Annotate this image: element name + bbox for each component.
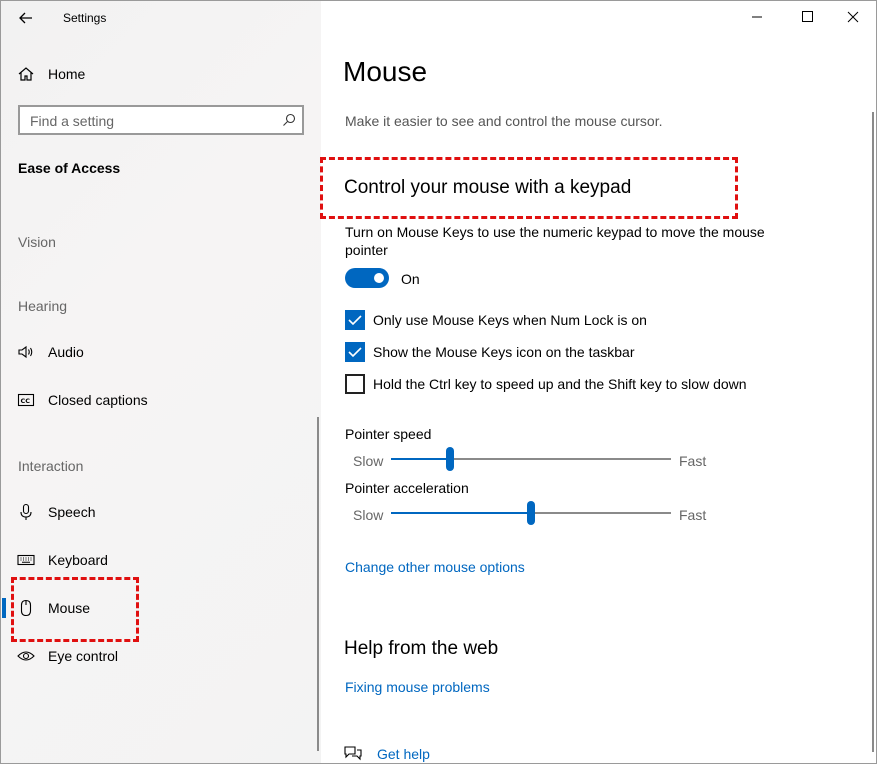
page-title: Mouse bbox=[343, 56, 428, 87]
checkmark-icon bbox=[348, 347, 362, 358]
sidebar-item-label: Home bbox=[48, 66, 86, 82]
slider-max-label: Fast bbox=[679, 507, 707, 523]
mouse-keys-toggle[interactable] bbox=[345, 268, 389, 288]
speaker-icon bbox=[18, 345, 33, 359]
mouse-icon bbox=[20, 599, 32, 617]
close-button[interactable] bbox=[830, 0, 876, 34]
sidebar-item-keyboard[interactable]: Keyboard bbox=[1, 544, 311, 578]
search-placeholder: Find a setting bbox=[30, 113, 115, 129]
sidebar-item-label: Keyboard bbox=[48, 552, 108, 568]
microphone-icon bbox=[20, 503, 32, 520]
checkbox-checked[interactable] bbox=[345, 342, 365, 362]
section-heading: Control your mouse with a keypad bbox=[344, 177, 632, 198]
minimize-icon bbox=[752, 16, 762, 18]
sidebar-item-label: Mouse bbox=[48, 600, 91, 616]
help-chat-icon bbox=[344, 746, 362, 761]
svg-text:CC: CC bbox=[21, 397, 31, 405]
slider-fill bbox=[391, 512, 531, 514]
sidebar-item-audio[interactable]: Audio bbox=[1, 336, 311, 370]
close-icon bbox=[847, 11, 859, 23]
minimize-button[interactable] bbox=[734, 0, 780, 34]
get-help-link[interactable]: Get help bbox=[377, 746, 430, 762]
maximize-icon bbox=[802, 11, 813, 22]
slider-fill bbox=[391, 458, 450, 460]
pointer-acceleration-thumb[interactable] bbox=[527, 501, 535, 525]
sidebar-item-label: Closed captions bbox=[48, 392, 148, 408]
sidebar-item-speech[interactable]: Speech bbox=[1, 496, 311, 530]
slider-min-label: Slow bbox=[353, 453, 384, 469]
sidebar-item-label: Eye control bbox=[48, 648, 119, 664]
pointer-acceleration-label: Pointer acceleration bbox=[345, 480, 469, 496]
sidebar-item-closed-captions[interactable]: CC Closed captions bbox=[1, 384, 311, 418]
home-icon bbox=[18, 67, 34, 81]
change-mouse-options-link[interactable]: Change other mouse options bbox=[345, 559, 525, 575]
closed-captions-icon: CC bbox=[17, 393, 35, 407]
section-title: Ease of Access bbox=[18, 160, 121, 176]
keyboard-icon bbox=[17, 554, 35, 566]
mouse-keys-description: Turn on Mouse Keys to use the numeric ke… bbox=[345, 224, 765, 258]
group-header-interaction: Interaction bbox=[18, 458, 84, 474]
checkbox-label: Only use Mouse Keys when Num Lock is on bbox=[373, 312, 647, 328]
checkbox-taskbar-icon[interactable]: Show the Mouse Keys icon on the taskbar bbox=[345, 341, 805, 363]
checkbox-label: Show the Mouse Keys icon on the taskbar bbox=[373, 344, 635, 360]
slider-min-label: Slow bbox=[353, 507, 384, 523]
app-title: Settings bbox=[63, 11, 107, 25]
checkbox-num-lock[interactable]: Only use Mouse Keys when Num Lock is on bbox=[345, 309, 805, 331]
back-button[interactable] bbox=[15, 7, 37, 29]
checkmark-icon bbox=[348, 315, 362, 326]
maximize-button[interactable] bbox=[784, 0, 830, 34]
sidebar-item-label: Audio bbox=[48, 344, 84, 360]
toggle-knob bbox=[374, 273, 384, 283]
search-icon bbox=[283, 113, 296, 126]
main-scrollbar[interactable] bbox=[872, 112, 874, 752]
page-description: Make it easier to see and control the mo… bbox=[345, 113, 663, 129]
search-input[interactable]: Find a setting bbox=[18, 105, 304, 135]
sidebar: Settings Home Find a setting Ease of Acc… bbox=[1, 1, 321, 763]
fixing-mouse-problems-link[interactable]: Fixing mouse problems bbox=[345, 679, 490, 695]
slider-max-label: Fast bbox=[679, 453, 707, 469]
sidebar-item-mouse[interactable]: Mouse bbox=[1, 592, 311, 626]
toggle-state-label: On bbox=[401, 271, 420, 287]
sidebar-item-home[interactable]: Home bbox=[1, 58, 311, 92]
help-heading: Help from the web bbox=[344, 638, 499, 659]
group-header-vision: Vision bbox=[18, 234, 56, 250]
checkbox-label: Hold the Ctrl key to speed up and the Sh… bbox=[373, 376, 747, 392]
sidebar-scrollbar[interactable] bbox=[317, 417, 319, 751]
pointer-speed-label: Pointer speed bbox=[345, 426, 432, 442]
checkbox-checked[interactable] bbox=[345, 310, 365, 330]
selection-indicator bbox=[2, 598, 6, 618]
checkbox-unchecked[interactable] bbox=[345, 374, 365, 394]
group-header-hearing: Hearing bbox=[18, 298, 68, 314]
eye-icon bbox=[17, 651, 35, 661]
sidebar-item-label: Speech bbox=[48, 504, 96, 520]
pointer-speed-thumb[interactable] bbox=[445, 447, 454, 471]
pointer-speed-track[interactable] bbox=[391, 458, 671, 460]
back-arrow-icon bbox=[19, 12, 32, 24]
checkbox-ctrl-shift[interactable]: Hold the Ctrl key to speed up and the Sh… bbox=[345, 373, 805, 395]
sidebar-item-eye-control[interactable]: Eye control bbox=[1, 640, 311, 674]
